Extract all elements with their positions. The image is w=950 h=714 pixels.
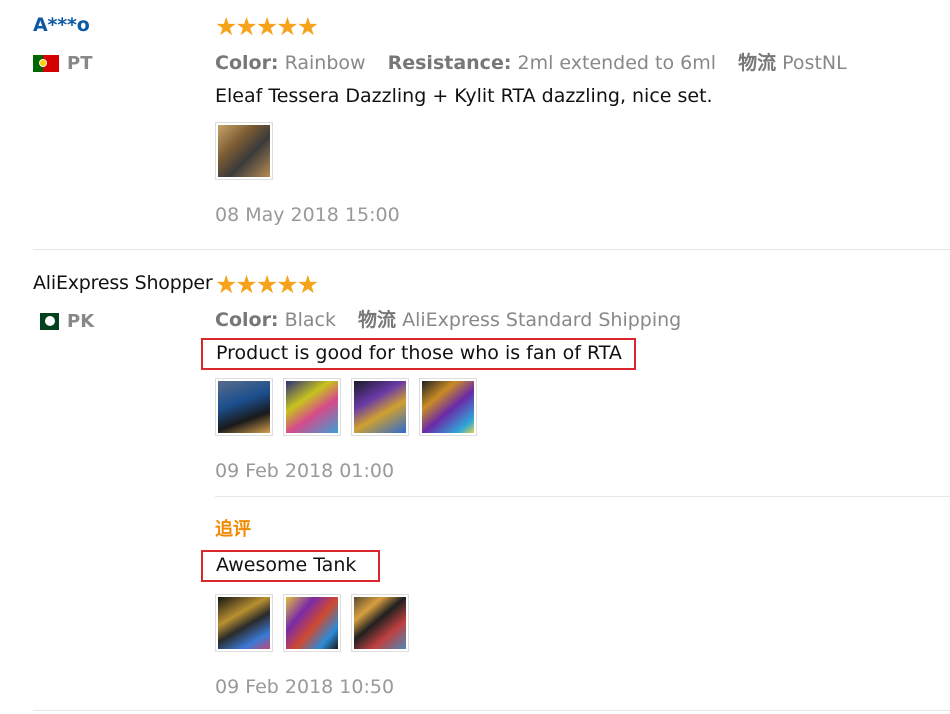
- star-rating: ★★★★★: [215, 12, 319, 41]
- review-photo-thumbnail[interactable]: [215, 122, 273, 180]
- review-attributes: Color: Black 物流 AliExpress Standard Ship…: [215, 305, 681, 332]
- color-label: Color:: [215, 309, 279, 331]
- star-rating: ★★★★★: [215, 270, 319, 299]
- followup-photos: [215, 594, 409, 652]
- shipping-label: 物流: [358, 309, 397, 331]
- country-code: PK: [67, 311, 95, 332]
- shipping-label: 物流: [738, 52, 777, 74]
- reviewer-name[interactable]: AliExpress Shopper: [33, 272, 213, 294]
- review-text: Eleaf Tessera Dazzling + Kylit RTA dazzl…: [215, 85, 713, 107]
- resistance-value: 2ml extended to 6ml: [517, 52, 717, 74]
- color-label: Color:: [215, 52, 279, 74]
- review-date: 08 May 2018 15:00: [215, 204, 400, 226]
- reviewer-country: PK: [33, 311, 94, 332]
- review-photo-thumbnail[interactable]: [419, 378, 477, 436]
- review-divider: [33, 710, 950, 711]
- review-photo-thumbnail[interactable]: [351, 594, 409, 652]
- followup-text-highlighted: Awesome Tank: [201, 550, 381, 582]
- followup-label: 追评: [215, 519, 251, 540]
- review-text: Product is good for those who is fan of …: [216, 342, 622, 364]
- review-photo-thumbnail[interactable]: [351, 378, 409, 436]
- color-value: Black: [284, 309, 336, 331]
- followup-divider: [215, 496, 950, 497]
- review-divider: [33, 249, 950, 250]
- color-value: Rainbow: [284, 52, 366, 74]
- country-code: PT: [67, 53, 93, 74]
- resistance-label: Resistance:: [387, 52, 512, 74]
- review-date: 09 Feb 2018 01:00: [215, 460, 395, 482]
- review-attributes: Color: Rainbow Resistance: 2ml extended …: [215, 48, 847, 75]
- followup-text: Awesome Tank: [216, 554, 357, 576]
- review-photos: [215, 122, 273, 180]
- followup-date: 09 Feb 2018 10:50: [215, 676, 395, 698]
- shipping-value: AliExpress Standard Shipping: [402, 309, 682, 331]
- reviewer-name[interactable]: A***o: [33, 14, 90, 36]
- pakistan-flag-icon: [33, 313, 59, 330]
- review-photo-thumbnail[interactable]: [283, 378, 341, 436]
- review-photos: [215, 378, 477, 436]
- reviewer-country: PT: [33, 53, 92, 74]
- review-photo-thumbnail[interactable]: [215, 378, 273, 436]
- review-photo-thumbnail[interactable]: [215, 594, 273, 652]
- shipping-value: PostNL: [782, 52, 847, 74]
- review-text-highlighted: Product is good for those who is fan of …: [201, 338, 636, 370]
- review-photo-thumbnail[interactable]: [283, 594, 341, 652]
- portugal-flag-icon: [33, 55, 59, 72]
